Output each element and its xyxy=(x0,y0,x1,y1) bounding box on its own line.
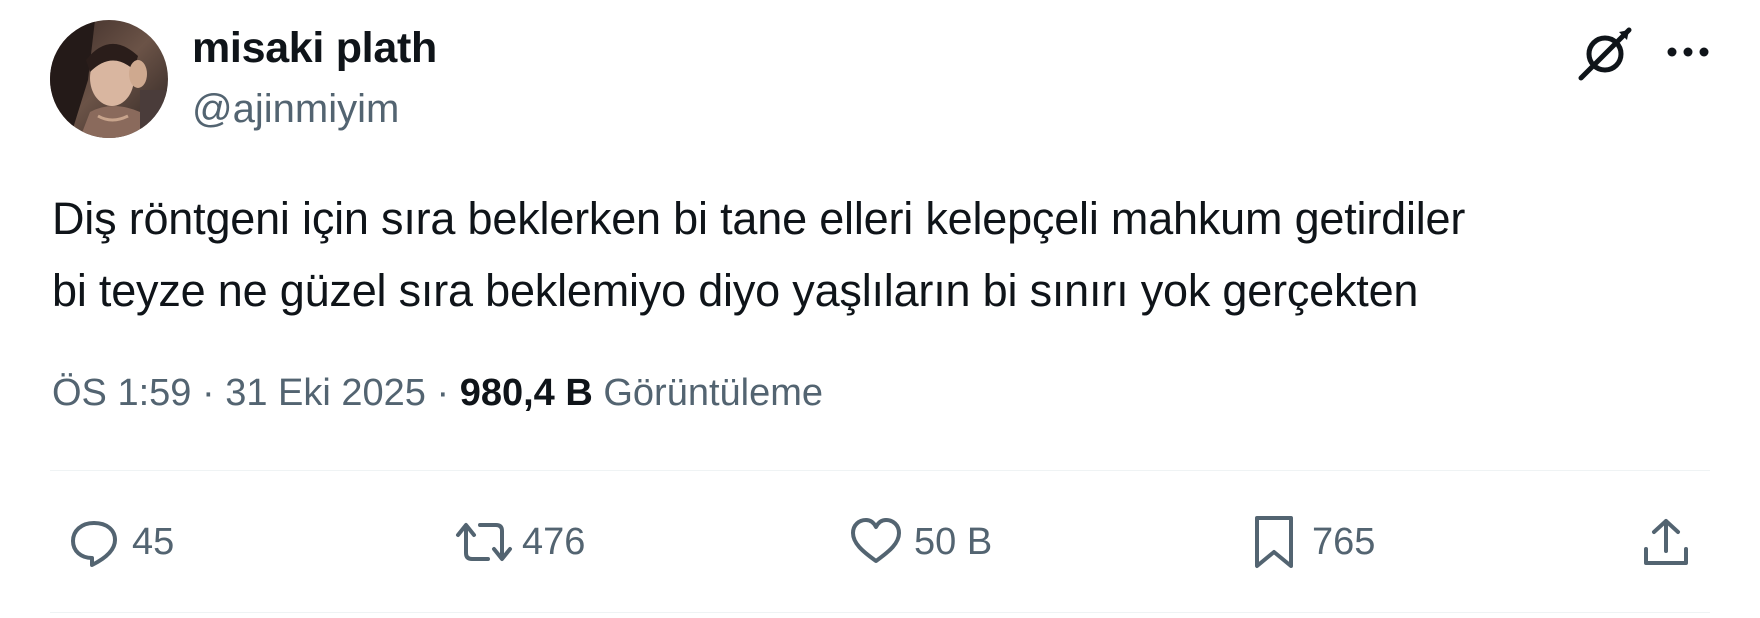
tweet-text-line: bi teyze ne güzel sıra beklemiyo diyo ya… xyxy=(52,265,1419,316)
reply-button[interactable]: 45 xyxy=(64,510,174,574)
meta-separator: · xyxy=(201,372,215,414)
tweet-time[interactable]: ÖS 1:59 xyxy=(52,372,191,414)
action-bar: 45 476 50 B 765 xyxy=(0,510,1760,574)
share-button[interactable] xyxy=(1636,510,1696,574)
divider xyxy=(50,470,1710,471)
retweet-count: 476 xyxy=(522,521,586,563)
views-label: Görüntüleme xyxy=(603,372,824,414)
author-handle[interactable]: @ajinmiyim xyxy=(192,84,399,134)
bookmark-count: 765 xyxy=(1312,521,1376,563)
share-icon xyxy=(1636,512,1696,572)
views-count: 980,4 B xyxy=(459,372,593,414)
like-count: 50 B xyxy=(914,521,993,563)
author-display-name[interactable]: misaki plath xyxy=(192,22,437,74)
avatar[interactable] xyxy=(50,20,168,138)
divider xyxy=(50,612,1710,613)
tweet-card: misaki plath @ajinmiyim Diş röntgeni içi… xyxy=(0,0,1760,618)
tweet-date[interactable]: 31 Eki 2025 xyxy=(225,372,426,414)
reply-count: 45 xyxy=(132,521,175,563)
like-button[interactable]: 50 B xyxy=(846,510,992,574)
more-icon[interactable] xyxy=(1658,30,1718,74)
heart-icon xyxy=(846,512,906,572)
meta-separator: · xyxy=(436,372,450,414)
bookmark-button[interactable]: 765 xyxy=(1244,510,1375,574)
tweet-metadata: ÖS 1:59 · 31 Eki 2025 · 980,4 B Görüntül… xyxy=(52,370,823,416)
tweet-text: Diş röntgeni için sıra beklerken bi tane… xyxy=(52,183,1712,327)
grok-icon[interactable] xyxy=(1575,24,1635,84)
retweet-icon xyxy=(454,512,514,572)
retweet-button[interactable]: 476 xyxy=(454,510,585,574)
bookmark-icon xyxy=(1244,512,1304,572)
avatar-image xyxy=(50,20,168,138)
tweet-text-line: Diş röntgeni için sıra beklerken bi tane… xyxy=(52,193,1466,244)
reply-icon xyxy=(64,512,124,572)
